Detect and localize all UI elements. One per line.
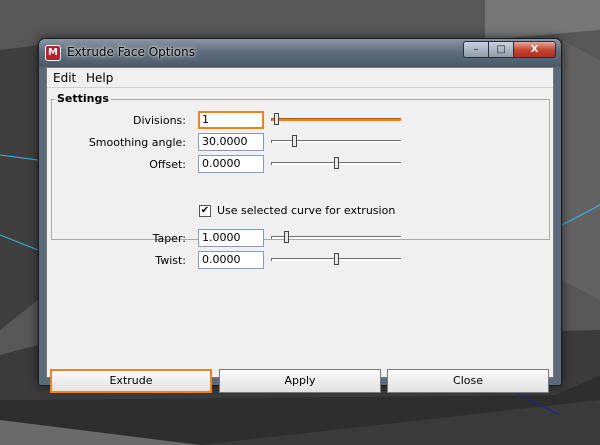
twist-slider-thumb[interactable]	[334, 253, 339, 265]
divisions-slider-thumb[interactable]	[274, 113, 279, 125]
apply-button[interactable]: Apply	[219, 369, 381, 393]
dialog-client-area: Edit Help Settings Divisions: 1 Smoothin…	[46, 67, 554, 393]
offset-slider[interactable]	[271, 157, 401, 173]
checkmark-icon: ✔	[200, 205, 210, 216]
offset-slider-thumb[interactable]	[334, 157, 339, 169]
close-button[interactable]: Close	[387, 369, 549, 393]
offset-label: Offset:	[149, 158, 186, 171]
use-selected-curve-label[interactable]: Use selected curve for extrusion	[217, 204, 395, 217]
smoothing-angle-slider[interactable]	[271, 135, 401, 151]
maya-app-icon[interactable]: M	[45, 45, 61, 61]
menu-help[interactable]: Help	[86, 71, 113, 85]
extrude-button[interactable]: Extrude	[50, 369, 212, 393]
divisions-label: Divisions:	[132, 114, 186, 127]
twist-label: Twist:	[155, 254, 186, 267]
smoothing-angle-input[interactable]: 30.0000	[198, 133, 264, 151]
twist-input[interactable]: 0.0000	[198, 251, 264, 269]
minimize-button[interactable]: –	[463, 41, 489, 58]
taper-slider-thumb[interactable]	[284, 231, 289, 243]
divisions-input[interactable]: 1	[198, 111, 264, 129]
smoothing-angle-slider-thumb[interactable]	[292, 135, 297, 147]
window-title: Extrude Face Options	[67, 45, 195, 59]
use-selected-curve-checkbox[interactable]: ✔	[199, 205, 211, 217]
menu-bar: Edit Help	[47, 68, 553, 88]
smoothing-angle-label: Smoothing angle:	[88, 136, 186, 149]
taper-label: Taper:	[152, 232, 186, 245]
offset-input[interactable]: 0.0000	[198, 155, 264, 173]
menu-edit[interactable]: Edit	[53, 71, 76, 85]
settings-section-title[interactable]: Settings	[55, 92, 111, 105]
taper-input[interactable]: 1.0000	[198, 229, 264, 247]
title-bar[interactable]: M Extrude Face Options – □ X	[39, 39, 561, 67]
maximize-button[interactable]: □	[488, 41, 514, 58]
close-window-button[interactable]: X	[513, 41, 556, 58]
taper-slider[interactable]	[271, 231, 401, 247]
smoothing-angle-slider-track	[271, 140, 401, 143]
extrude-face-options-window: M Extrude Face Options – □ X Edit Help S…	[38, 38, 562, 393]
divisions-slider-track	[271, 118, 401, 121]
taper-slider-track	[271, 236, 401, 239]
divisions-slider[interactable]	[271, 113, 401, 129]
twist-slider[interactable]	[271, 253, 401, 269]
